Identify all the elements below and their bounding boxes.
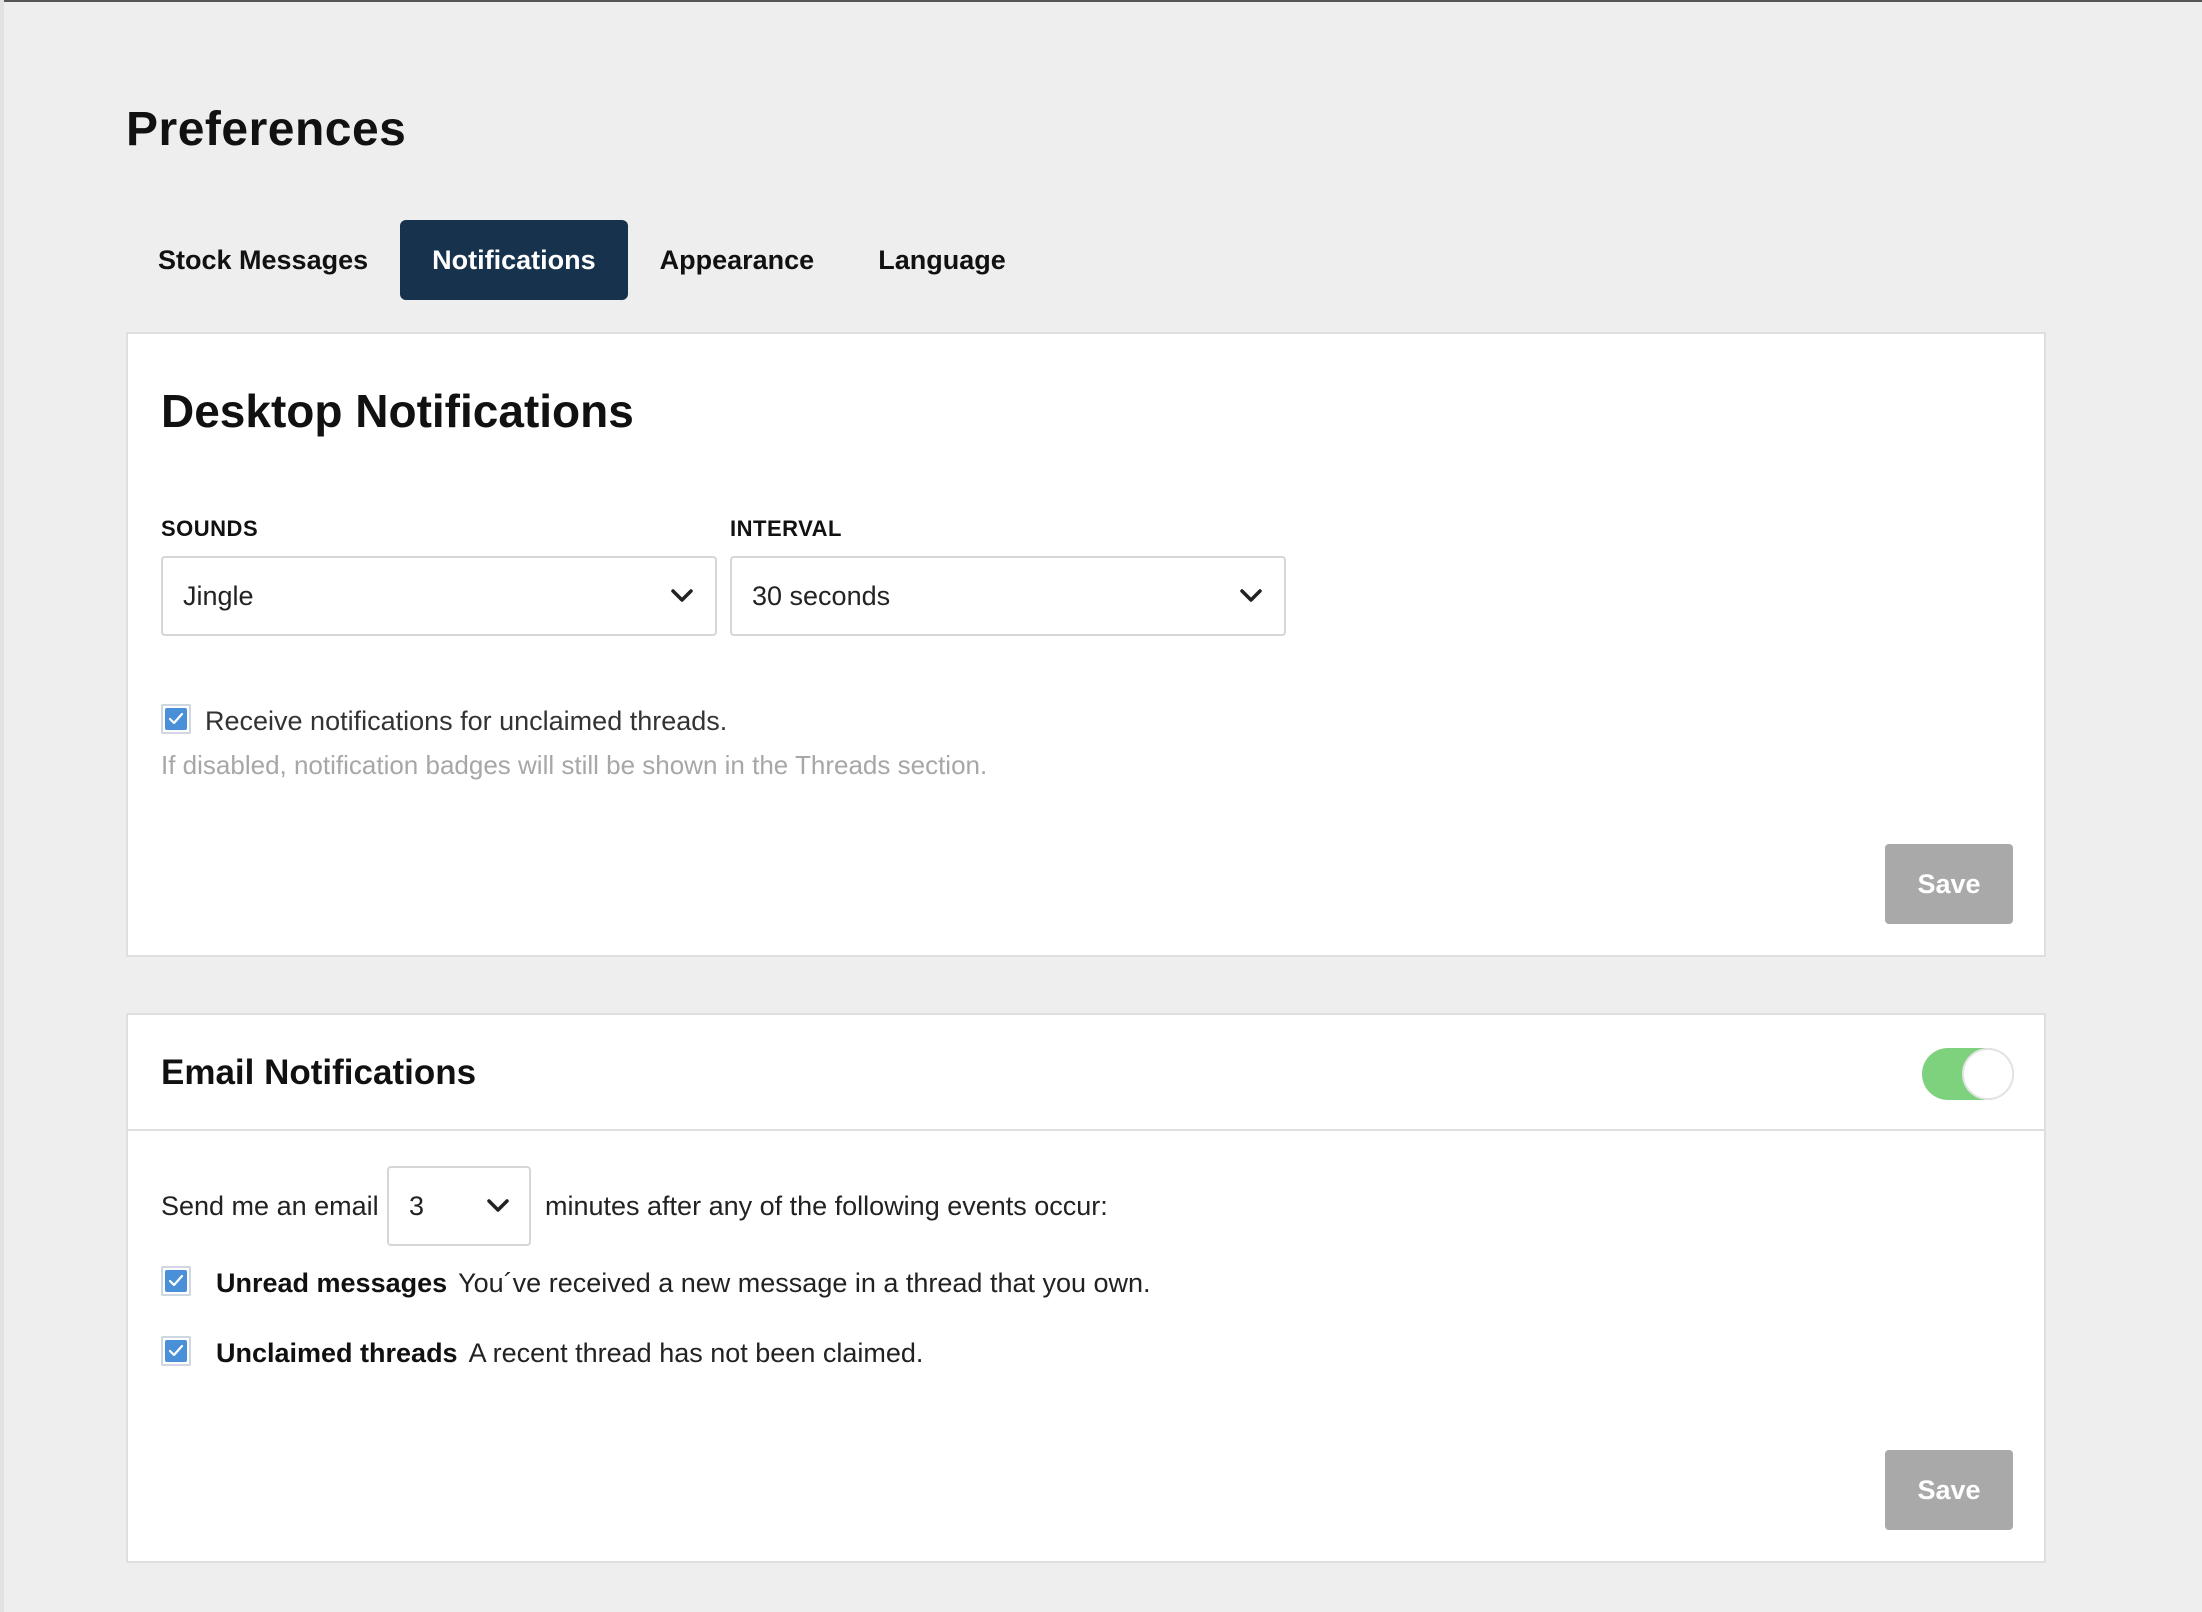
preferences-tabs: Stock Messages Notifications Appearance … bbox=[126, 220, 1038, 300]
email-minutes-value: 3 bbox=[409, 1190, 425, 1221]
email-sentence-suffix: minutes after any of the following event… bbox=[545, 1191, 1108, 1221]
unread-messages-row[interactable]: Unread messages You´ve received a new me… bbox=[216, 1268, 1151, 1299]
email-notifications-header: Email Notifications bbox=[128, 1015, 2044, 1131]
sounds-select-value: Jingle bbox=[183, 580, 254, 611]
desktop-notifications-card: Desktop Notifications SOUNDS Jingle INTE… bbox=[126, 332, 2046, 957]
email-notifications-card: Email Notifications Send me an email 3 m… bbox=[126, 1013, 2046, 1563]
chevron-down-icon bbox=[669, 583, 695, 609]
desktop-notifications-title: Desktop Notifications bbox=[161, 385, 634, 437]
unclaimed-threads-title: Unclaimed threads bbox=[216, 1338, 458, 1368]
tab-notifications[interactable]: Notifications bbox=[400, 220, 628, 300]
email-notifications-title: Email Notifications bbox=[161, 1053, 477, 1092]
interval-label: INTERVAL bbox=[730, 516, 842, 541]
tab-stock-messages[interactable]: Stock Messages bbox=[126, 220, 400, 300]
unclaimed-threads-email-checkbox[interactable] bbox=[161, 1336, 191, 1366]
checkmark-icon bbox=[165, 1340, 187, 1362]
unclaimed-threads-row[interactable]: Unclaimed threads A recent thread has no… bbox=[216, 1338, 923, 1369]
unclaimed-threads-description: A recent thread has not been claimed. bbox=[468, 1338, 924, 1368]
unread-messages-checkbox[interactable] bbox=[161, 1266, 191, 1296]
unread-messages-description: You´ve received a new message in a threa… bbox=[458, 1268, 1151, 1298]
window-left-border bbox=[0, 0, 4, 1612]
tab-language[interactable]: Language bbox=[846, 220, 1038, 300]
interval-select-value: 30 seconds bbox=[752, 580, 891, 611]
sounds-label: SOUNDS bbox=[161, 516, 259, 541]
unread-messages-title: Unread messages bbox=[216, 1268, 448, 1298]
checkmark-icon bbox=[165, 708, 187, 730]
interval-select[interactable]: 30 seconds bbox=[730, 556, 1286, 636]
unclaimed-help-text: If disabled, notification badges will st… bbox=[161, 750, 988, 780]
unclaimed-threads-checkbox-label[interactable]: Receive notifications for unclaimed thre… bbox=[205, 706, 727, 737]
toggle-knob bbox=[1962, 1048, 2014, 1100]
email-sentence-prefix: Send me an email bbox=[161, 1191, 379, 1221]
email-minutes-select[interactable]: 3 bbox=[387, 1166, 531, 1246]
email-notifications-toggle[interactable] bbox=[1922, 1048, 2014, 1100]
checkmark-icon bbox=[165, 1270, 187, 1292]
unclaimed-threads-checkbox[interactable] bbox=[161, 704, 191, 734]
window-top-border bbox=[0, 0, 2202, 2]
tab-appearance[interactable]: Appearance bbox=[628, 220, 847, 300]
page-title: Preferences bbox=[126, 103, 407, 156]
chevron-down-icon bbox=[485, 1193, 511, 1219]
chevron-down-icon bbox=[1238, 583, 1264, 609]
email-save-button[interactable]: Save bbox=[1885, 1450, 2013, 1530]
sounds-select[interactable]: Jingle bbox=[161, 556, 717, 636]
desktop-save-button[interactable]: Save bbox=[1885, 844, 2013, 924]
